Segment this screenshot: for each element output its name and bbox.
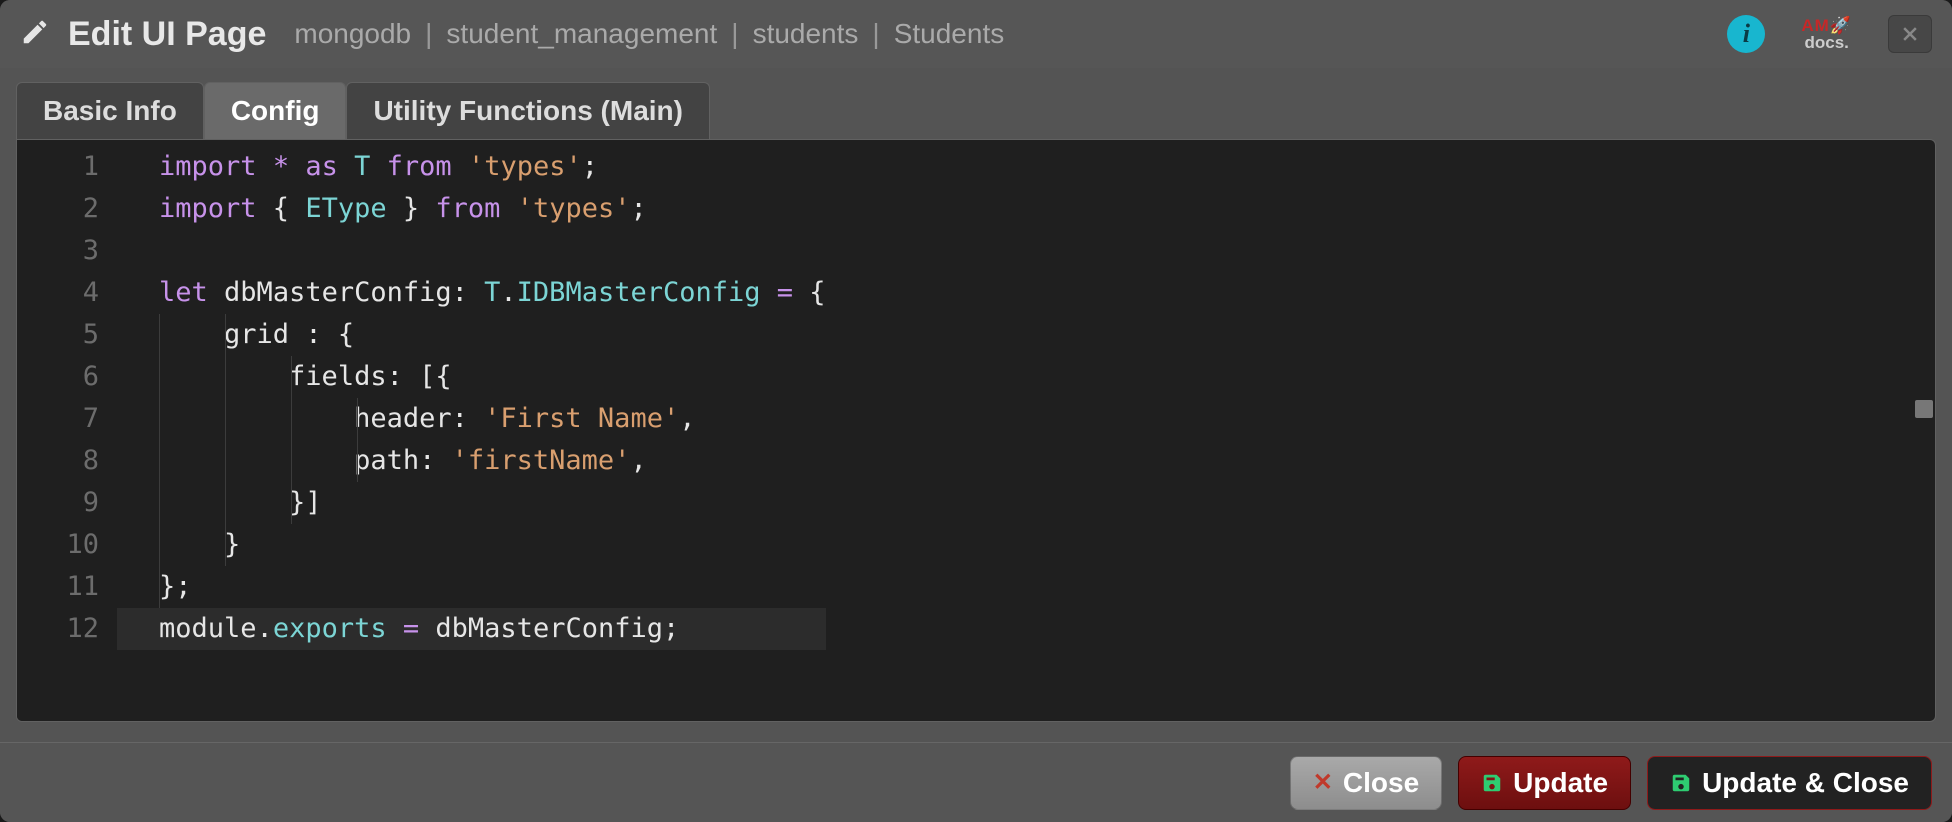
breadcrumb-separator: | [872, 18, 879, 50]
breadcrumb-item[interactable]: students [753, 18, 859, 50]
update-and-close-button[interactable]: Update & Close [1647, 756, 1932, 810]
dialog-window: Edit UI Page mongodb | student_managemen… [0, 0, 1952, 822]
title-bar: Edit UI Page mongodb | student_managemen… [0, 0, 1952, 68]
close-icon: ✕ [1313, 768, 1333, 797]
update-button[interactable]: Update [1458, 756, 1631, 810]
info-button[interactable]: i [1727, 15, 1765, 53]
update-button-label: Update [1513, 767, 1608, 799]
docs-link[interactable]: AM🚀 docs. [1801, 17, 1852, 51]
save-icon [1481, 772, 1503, 794]
editor-gutter: 123456789101112 [17, 140, 117, 721]
tab-utility-functions[interactable]: Utility Functions (Main) [346, 82, 710, 139]
close-button[interactable]: ✕ Close [1290, 756, 1442, 810]
edit-icon [20, 17, 50, 52]
breadcrumb-item[interactable]: student_management [446, 18, 717, 50]
editor-content[interactable]: import * as T from 'types';import { ETyp… [117, 140, 826, 721]
breadcrumb-item[interactable]: Students [894, 18, 1005, 50]
breadcrumb-separator: | [425, 18, 432, 50]
scrollbar-thumb[interactable] [1915, 400, 1933, 418]
tab-config[interactable]: Config [204, 82, 347, 139]
update-close-button-label: Update & Close [1702, 767, 1909, 799]
dialog-footer: ✕ Close Update Update & Close [0, 742, 1952, 822]
dialog-body: Basic Info Config Utility Functions (Mai… [0, 68, 1952, 742]
docs-label-top: AM🚀 [1801, 17, 1852, 34]
breadcrumb-separator: | [731, 18, 738, 50]
close-dialog-button[interactable] [1888, 15, 1932, 53]
breadcrumb-item[interactable]: mongodb [294, 18, 411, 50]
close-button-label: Close [1343, 767, 1419, 799]
breadcrumb: mongodb | student_management | students … [294, 18, 1004, 50]
tab-basic-info[interactable]: Basic Info [16, 82, 204, 139]
tab-bar: Basic Info Config Utility Functions (Mai… [16, 82, 1936, 139]
docs-label-bottom: docs. [1804, 34, 1848, 51]
code-editor[interactable]: 123456789101112 import * as T from 'type… [16, 139, 1936, 722]
save-icon [1670, 772, 1692, 794]
dialog-title: Edit UI Page [68, 15, 266, 54]
